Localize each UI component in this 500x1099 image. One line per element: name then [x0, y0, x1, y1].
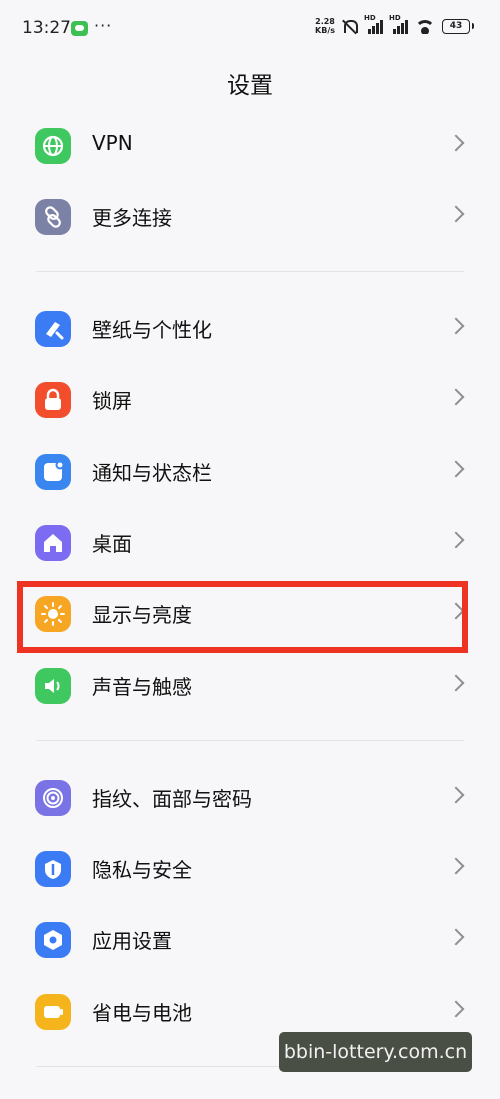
wifi-icon — [414, 18, 436, 34]
settings-item-sound-haptics[interactable]: 声音与触感 — [0, 653, 500, 717]
notification-icon — [35, 454, 71, 490]
brush-icon — [35, 311, 71, 347]
settings-item-label: 锁屏 — [92, 389, 132, 413]
app-settings-icon — [35, 922, 71, 958]
privacy-icon — [35, 851, 71, 887]
signal-icon-sim2: HD — [389, 14, 408, 34]
signal-icon-sim1: HD — [364, 14, 383, 34]
settings-item-label: 应用设置 — [92, 929, 172, 953]
section-divider — [36, 271, 464, 272]
settings-item-label: 桌面 — [92, 532, 132, 556]
settings-item-vpn[interactable]: VPN — [0, 113, 500, 177]
settings-item-label: 指纹、面部与密码 — [92, 787, 252, 811]
highlight-box — [17, 581, 468, 653]
fingerprint-icon — [35, 780, 71, 816]
settings-item-app-settings[interactable]: 应用设置 — [0, 907, 500, 971]
settings-item-label: 隐私与安全 — [92, 858, 192, 882]
settings-item-home-screen[interactable]: 桌面 — [0, 510, 500, 574]
settings-item-fingerprint-face-password[interactable]: 指纹、面部与密码 — [0, 765, 500, 829]
settings-item-label: VPN — [92, 131, 133, 155]
section-divider — [36, 740, 464, 741]
more-notifications-icon: ··· — [94, 16, 113, 35]
status-time: 13:27 — [22, 18, 71, 38]
status-bar: 13:27 ··· 2.28 KB/s HD HD 43 — [0, 0, 500, 58]
globe-icon — [35, 128, 71, 164]
settings-item-more-connections[interactable]: 更多连接 — [0, 184, 500, 248]
chevron-right-icon — [447, 928, 465, 946]
chevron-right-icon — [447, 786, 465, 804]
settings-item-label: 通知与状态栏 — [92, 461, 212, 485]
chevron-right-icon — [447, 460, 465, 478]
mute-icon — [341, 18, 358, 35]
settings-item-label: 壁纸与个性化 — [92, 318, 212, 342]
chevron-right-icon — [447, 388, 465, 406]
settings-item-wallpaper[interactable]: 壁纸与个性化 — [0, 296, 500, 360]
battery-icon — [35, 994, 71, 1030]
page-title: 设置 — [227, 73, 273, 99]
chevron-right-icon — [447, 317, 465, 335]
settings-item-label: 更多连接 — [92, 206, 172, 230]
settings-item-lock-screen[interactable]: 锁屏 — [0, 367, 500, 431]
settings-item-label: 省电与电池 — [92, 1001, 192, 1025]
wechat-notification-icon — [71, 21, 88, 36]
battery-level: 43 — [442, 18, 474, 34]
chevron-right-icon — [447, 674, 465, 692]
chevron-right-icon — [447, 531, 465, 549]
chevron-right-icon — [447, 205, 465, 223]
chevron-right-icon — [447, 1000, 465, 1018]
lock-icon — [35, 382, 71, 418]
settings-item-notifications[interactable]: 通知与状态栏 — [0, 439, 500, 503]
home-icon — [35, 525, 71, 561]
chevron-right-icon — [447, 857, 465, 875]
speaker-icon — [35, 668, 71, 704]
watermark: bbin-lottery.com.cn — [279, 1032, 472, 1072]
status-right-cluster: 2.28 KB/s HD HD 43 — [315, 14, 474, 35]
link-icon — [35, 199, 71, 235]
settings-item-label: 声音与触感 — [92, 675, 192, 699]
network-speed: 2.28 KB/s — [315, 17, 335, 35]
settings-item-privacy-security[interactable]: 隐私与安全 — [0, 836, 500, 900]
chevron-right-icon — [447, 134, 465, 152]
